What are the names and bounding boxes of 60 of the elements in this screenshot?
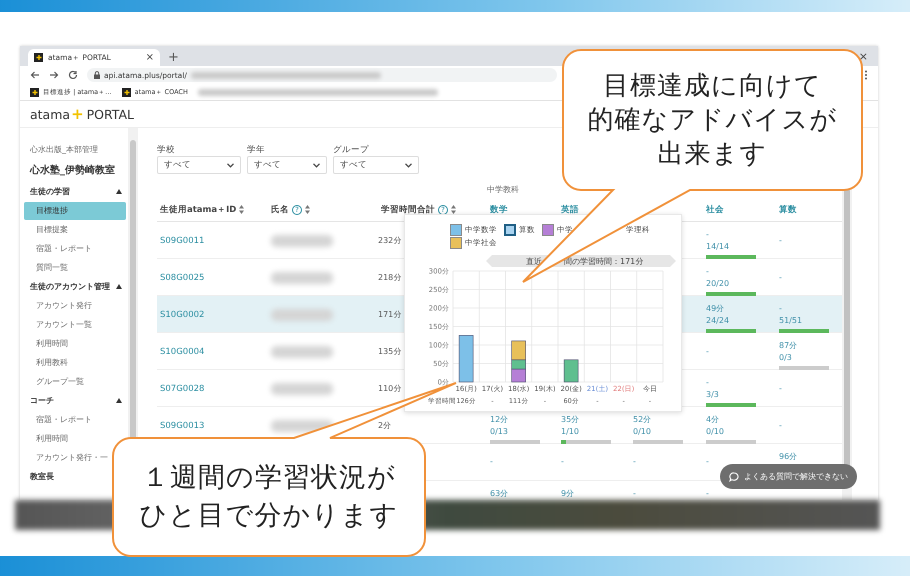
column-header: 生徒用atama＋ID [160, 204, 236, 216]
study-time: - [706, 489, 709, 499]
study-time: - [706, 378, 709, 388]
study-time: - [490, 457, 493, 467]
study-time: - [633, 457, 636, 467]
study-time: - [706, 457, 709, 467]
study-time: 63分 [490, 489, 508, 499]
progress-count: 0/10 [633, 427, 651, 437]
progress-count: 1/10 [561, 427, 579, 437]
progress-count: 24/24 [706, 316, 730, 326]
study-time: - [779, 384, 782, 394]
study-time: - [706, 267, 709, 277]
filter-label: グループ [333, 144, 370, 156]
progress-count: 0/10 [706, 427, 724, 437]
study-time: - [706, 230, 709, 240]
filter-label: 学年 [247, 144, 266, 156]
total-time: 110分 [378, 383, 402, 394]
select-value: すべて [340, 159, 367, 171]
study-time: 49分 [706, 304, 724, 314]
total-time: 2分 [378, 420, 392, 431]
callout-text: 目標達成に向けて 的確なアドバイスが 出来ます [588, 70, 838, 171]
study-time: 52分 [633, 415, 652, 425]
total-time: 232分 [378, 235, 402, 246]
study-time: 9分 [561, 489, 574, 499]
section-title: 生徒の学習 [30, 186, 70, 197]
study-time: - [779, 272, 782, 282]
column-header: 氏名 [271, 204, 289, 216]
section-title: 教室長 [30, 471, 54, 482]
study-time: - [561, 457, 564, 467]
study-time: - [633, 489, 636, 499]
organization-name: 心水出版_本部管理 [29, 144, 99, 156]
section-title: 生徒のアカウント管理 [30, 281, 110, 292]
logo-text: atama [30, 106, 70, 122]
column-header: 学習時間合計 [381, 204, 435, 216]
study-time: 12分 [490, 415, 508, 425]
study-time: - [779, 304, 782, 314]
progress-count: 14/14 [706, 242, 730, 252]
total-time: 218分 [378, 272, 402, 283]
progress-count: 0/13 [490, 427, 508, 437]
study-time: 4分 [706, 415, 720, 425]
progress-count: 20/20 [706, 279, 730, 289]
progress-count: 0/3 [779, 353, 792, 363]
study-time: 87分 [779, 341, 798, 351]
select-value: すべて [254, 159, 281, 171]
school-name: 心水塾_伊勢崎教室 [28, 163, 116, 178]
select-value: すべて [164, 159, 191, 171]
study-time: 35分 [561, 415, 580, 425]
study-time: - [706, 346, 709, 356]
study-time: - [779, 236, 782, 246]
study-time: 96分 [779, 452, 798, 462]
total-time: 171分 [378, 309, 402, 320]
section-title: コーチ [30, 395, 54, 406]
logo-plus: + [71, 105, 84, 123]
progress-count: 51/51 [779, 316, 802, 326]
progress-count: 3/3 [706, 390, 719, 400]
study-time: - [779, 420, 782, 430]
filter-label: 学校 [157, 144, 176, 156]
group-header: 中学教科 [487, 184, 520, 196]
logo-text: PORTAL [86, 106, 134, 122]
total-time: 135分 [378, 346, 402, 357]
